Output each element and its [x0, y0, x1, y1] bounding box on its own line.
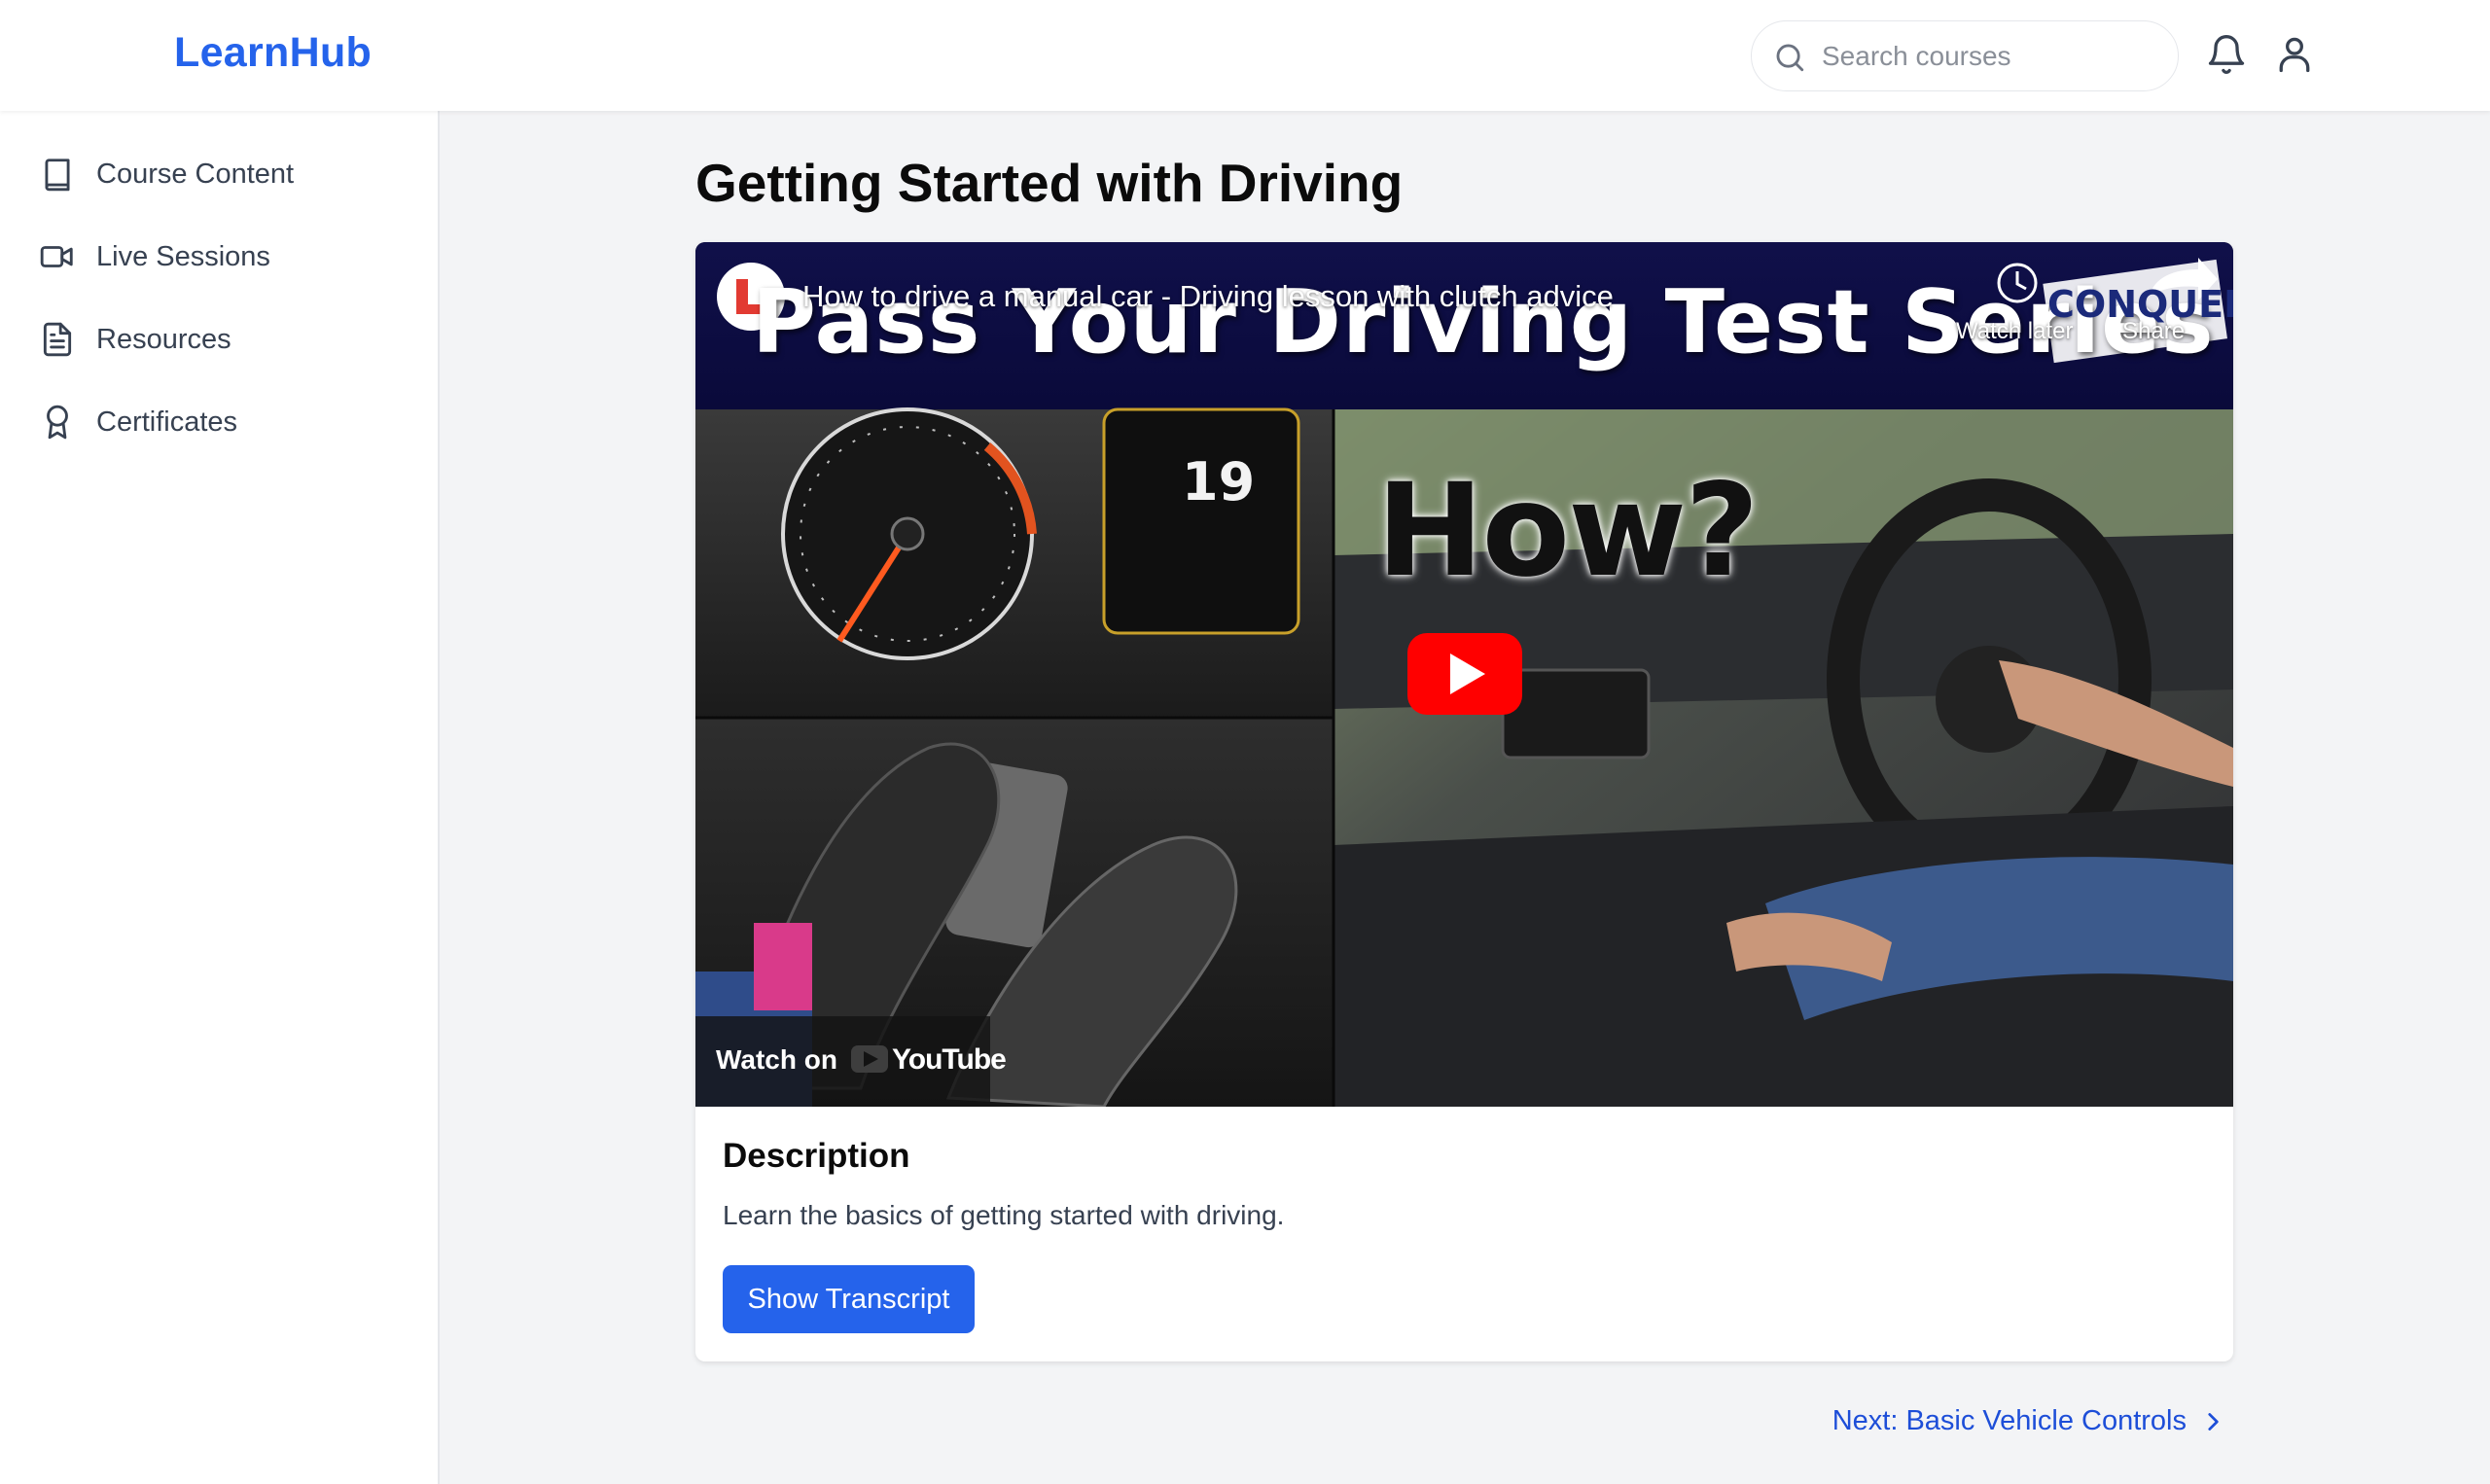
award-icon: [47, 405, 68, 440]
description-heading: Description: [723, 1137, 910, 1175]
video-title[interactable]: How to drive a manual car - Driving less…: [802, 279, 1614, 314]
youtube-logo: YouTube: [892, 1043, 1007, 1076]
sidebar-item-certificates[interactable]: Certificates: [0, 388, 438, 456]
next-lesson-label: Next: Basic Vehicle Controls: [1832, 1405, 2187, 1436]
watch-later-button[interactable]: Watch later: [1956, 318, 2073, 345]
sidebar-item-label: Live Sessions: [96, 240, 270, 272]
sidebar-item-live-sessions[interactable]: Live Sessions: [0, 223, 438, 291]
search-icon: [1776, 44, 1804, 72]
user-icon[interactable]: [2273, 33, 2316, 76]
book-icon: [45, 159, 70, 192]
sidebar-item-label: Certificates: [96, 406, 238, 438]
sidebar-item-label: Course Content: [96, 158, 295, 190]
show-transcript-button[interactable]: Show Transcript: [723, 1265, 975, 1333]
logo[interactable]: LearnHub: [174, 29, 372, 77]
description-text: Learn the basics of getting started with…: [723, 1200, 1285, 1230]
lesson-card: Pass Your Driving Test Series How? 19 CO…: [695, 242, 2233, 1361]
chevron-right-icon: [2208, 1412, 2219, 1431]
search-box[interactable]: [1751, 20, 2179, 91]
sidebar: Course Content Live Sessions Resources C…: [0, 111, 440, 1484]
share-button[interactable]: Share: [2122, 318, 2185, 345]
bell-icon[interactable]: [2205, 33, 2248, 76]
sidebar-item-label: Resources: [96, 323, 231, 355]
top-header: LearnHub: [0, 0, 2490, 111]
sidebar-item-resources[interactable]: Resources: [0, 305, 438, 373]
thumbnail-speed-readout: 19: [1182, 451, 1256, 512]
page-title: Getting Started with Driving: [695, 153, 1404, 213]
sidebar-item-course-content[interactable]: Course Content: [0, 140, 438, 208]
video-camera-icon: [40, 246, 73, 267]
thumbnail-question-text: How?: [1376, 456, 1760, 606]
video-player[interactable]: Pass Your Driving Test Series How? 19 CO…: [695, 242, 2233, 1107]
watch-on-youtube-button[interactable]: Watch on YouTube: [695, 1016, 1007, 1107]
search-input[interactable]: [1822, 35, 2162, 78]
document-icon: [43, 322, 72, 357]
watch-on-label: Watch on: [716, 1044, 837, 1075]
next-lesson-link[interactable]: Next: Basic Vehicle Controls: [1832, 1405, 2225, 1437]
